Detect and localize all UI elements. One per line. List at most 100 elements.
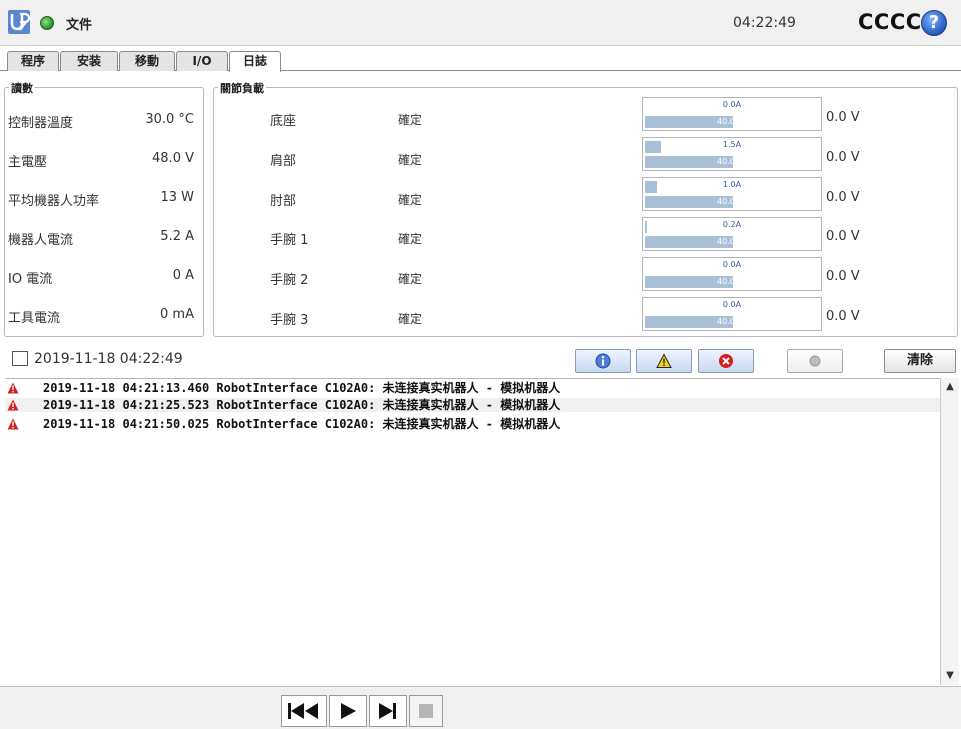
reading-value: 5.2 A — [160, 229, 194, 244]
log-text: 2019-11-18 04:21:50.025 RobotInterface C… — [43, 417, 561, 431]
log-list[interactable]: 2019-11-18 04:21:13.460 RobotInterface C… — [5, 378, 940, 685]
tab-move[interactable]: 移動 — [119, 51, 175, 71]
log-text: 2019-11-18 04:21:25.523 RobotInterface C… — [43, 398, 561, 412]
log-scrollbar[interactable]: ▲ ▼ — [940, 378, 959, 685]
reading-value: 30.0 °C — [145, 112, 194, 127]
robot-name: CCCC — [858, 10, 922, 34]
tab-installation[interactable]: 安装 — [60, 51, 118, 71]
joint-name: 底座 — [270, 114, 297, 129]
readings-title: 讀數 — [9, 80, 35, 96]
clock: 04:22:49 — [733, 15, 796, 31]
temperature-value: 40.0 °C — [717, 197, 747, 206]
log-entry[interactable]: 2019-11-18 04:21:50.025 RobotInterface C… — [5, 417, 940, 431]
temperature-value: 40.0 °C — [717, 317, 747, 326]
joint-name: 肩部 — [270, 154, 297, 169]
joint-status: 確定 — [398, 193, 423, 207]
reading-value: 0 mA — [160, 307, 194, 322]
joint-voltage: 0.0 V — [826, 110, 860, 125]
temperature-value: 40.0 °C — [717, 157, 747, 166]
joint-status: 確定 — [398, 272, 423, 286]
joint-meter: 0.2A 40.0 °C — [642, 217, 822, 251]
current-value: 1.0A — [722, 180, 742, 189]
error-icon — [719, 354, 733, 368]
clear-log-button[interactable]: 清除 — [884, 349, 956, 373]
reading-label: 工具電流 — [8, 311, 61, 326]
joint-name: 手腕 2 — [270, 273, 309, 288]
step-button[interactable] — [369, 695, 407, 727]
scroll-down-icon[interactable]: ▼ — [941, 667, 959, 685]
current-value: 0.2A — [722, 220, 742, 229]
joint-voltage: 0.0 V — [826, 309, 860, 324]
reading-avg-power: 平均機器人功率 13 W — [8, 190, 198, 210]
joint-voltage: 0.0 V — [826, 269, 860, 284]
tab-io[interactable]: I/O — [176, 51, 228, 71]
reading-label: 控制器溫度 — [8, 116, 74, 131]
log-timestamp: 2019-11-18 04:22:49 — [34, 351, 183, 367]
robot-status-icon[interactable] — [40, 16, 54, 30]
stop-button[interactable] — [409, 695, 443, 727]
top-bar: 文件 04:22:49 CCCC ? — [0, 0, 961, 46]
filter-warning-button[interactable] — [636, 349, 692, 373]
log-header: 2019-11-18 04:22:49 清除 — [0, 345, 961, 377]
log-entry[interactable]: 2019-11-18 04:21:13.460 RobotInterface C… — [5, 381, 940, 395]
filter-info-button[interactable] — [575, 349, 631, 373]
current-value: 0.0A — [722, 260, 742, 269]
tab-log[interactable]: 日誌 — [229, 51, 281, 72]
joint-meter: 0.0A 40.0 °C — [642, 257, 822, 291]
warning-icon — [7, 399, 19, 411]
temperature-value: 40.0 °C — [717, 237, 747, 246]
warning-icon — [7, 382, 19, 394]
play-icon — [341, 703, 356, 719]
joint-status: 確定 — [398, 153, 423, 167]
stop-icon — [419, 704, 433, 718]
warning-icon — [656, 353, 672, 368]
ur-logo-icon — [8, 10, 30, 34]
reading-io-current: IO 電流 0 A — [8, 268, 198, 288]
reading-label: IO 電流 — [8, 272, 53, 287]
filter-debug-button[interactable] — [787, 349, 843, 373]
joint-status: 確定 — [398, 232, 423, 246]
skip-to-start-button[interactable] — [281, 695, 327, 727]
reading-tool-current: 工具電流 0 mA — [8, 307, 198, 327]
joint-voltage: 0.0 V — [826, 150, 860, 165]
joint-name: 手腕 3 — [270, 313, 309, 328]
joint-name: 肘部 — [270, 194, 297, 209]
reading-label: 機器人電流 — [8, 233, 74, 248]
file-menu[interactable]: 文件 — [66, 14, 92, 33]
play-button[interactable] — [329, 695, 367, 727]
reading-controller-temp: 控制器溫度 30.0 °C — [8, 112, 198, 132]
current-value: 1.5A — [722, 140, 742, 149]
reading-value: 48.0 V — [152, 151, 194, 166]
joint-load-title: 關節負載 — [218, 80, 266, 96]
help-icon[interactable]: ? — [921, 10, 947, 36]
log-text: 2019-11-18 04:21:13.460 RobotInterface C… — [43, 381, 561, 395]
skip-to-start-icon — [288, 703, 318, 719]
filter-error-button[interactable] — [698, 349, 754, 373]
tab-program[interactable]: 程序 — [7, 51, 59, 71]
playback-bar — [0, 686, 961, 729]
reading-label: 主電壓 — [8, 155, 48, 170]
reading-main-voltage: 主電壓 48.0 V — [8, 151, 198, 171]
temperature-value: 40.0 °C — [717, 277, 747, 286]
joint-voltage: 0.0 V — [826, 229, 860, 244]
joint-name: 手腕 1 — [270, 233, 309, 248]
scroll-up-icon[interactable]: ▲ — [941, 378, 959, 396]
info-icon — [595, 353, 611, 369]
log-entry[interactable]: 2019-11-18 04:21:25.523 RobotInterface C… — [5, 398, 940, 412]
reading-value: 0 A — [172, 268, 194, 283]
step-forward-icon — [379, 703, 396, 719]
joint-status: 確定 — [398, 312, 423, 326]
reading-label: 平均機器人功率 — [8, 194, 100, 209]
joint-meter: 1.5A 40.0 °C — [642, 137, 822, 171]
temperature-value: 40.0 °C — [717, 117, 747, 126]
joint-meter: 0.0A 40.0 °C — [642, 97, 822, 131]
joint-meter: 1.0A 40.0 °C — [642, 177, 822, 211]
joint-meter: 0.0A 40.0 °C — [642, 297, 822, 331]
calendar-icon — [12, 351, 28, 366]
current-value: 0.0A — [722, 300, 742, 309]
reading-value: 13 W — [160, 190, 194, 205]
joint-status: 確定 — [398, 113, 423, 127]
current-value: 0.0A — [722, 100, 742, 109]
grey-dot-icon — [809, 355, 821, 367]
warning-icon — [7, 418, 19, 430]
